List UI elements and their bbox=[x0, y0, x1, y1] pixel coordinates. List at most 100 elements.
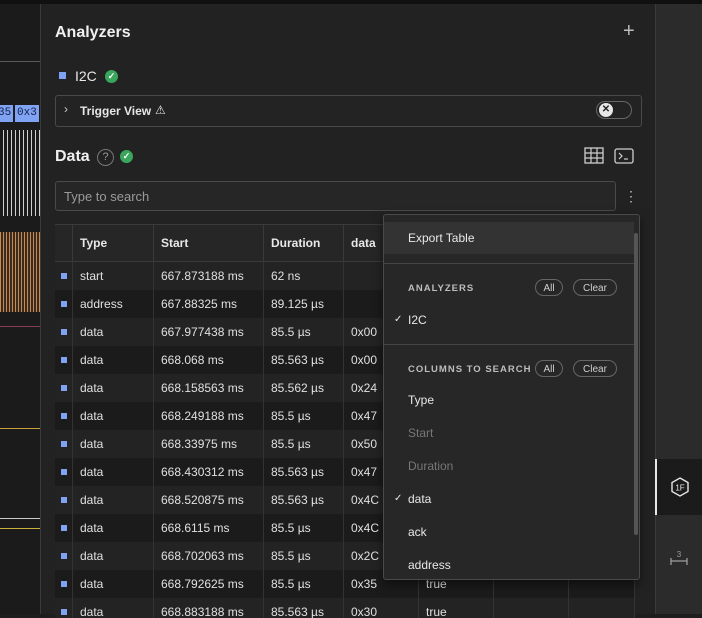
cell-type: data bbox=[73, 458, 154, 486]
cell-type: data bbox=[73, 346, 154, 374]
cell-duration: 85.5 µs bbox=[264, 318, 344, 346]
cell-type: data bbox=[73, 570, 154, 598]
data-section-title: Data bbox=[55, 148, 90, 165]
channel-marker bbox=[0, 518, 40, 519]
terminal-icon[interactable] bbox=[614, 148, 634, 164]
menu-column-option[interactable]: ✓ data bbox=[384, 483, 634, 515]
trigger-toggle[interactable]: ✕ bbox=[596, 101, 632, 119]
table-view-icon[interactable] bbox=[584, 147, 604, 164]
menu-option-label: I2C bbox=[408, 313, 427, 327]
cell-duration: 85.5 µs bbox=[264, 514, 344, 542]
cell-start: 667.88325 ms bbox=[154, 290, 264, 318]
menu-option-label: ack bbox=[408, 525, 427, 539]
column-header-duration[interactable]: Duration bbox=[264, 224, 344, 262]
cell-start: 668.249188 ms bbox=[154, 402, 264, 430]
menu-column-option[interactable]: address bbox=[384, 549, 634, 579]
cell-type: data bbox=[73, 402, 154, 430]
column-header-type[interactable]: Type bbox=[73, 224, 154, 262]
waveform-pulse bbox=[27, 130, 32, 216]
cell-start: 668.430312 ms bbox=[154, 458, 264, 486]
cell-data: 0x30 bbox=[344, 598, 419, 618]
sidebar-tab-analyzers[interactable]: 1F bbox=[655, 459, 702, 515]
right-sidebar bbox=[655, 4, 702, 614]
checkmark-icon: ✓ bbox=[394, 314, 403, 325]
check-circle-icon: ✓ bbox=[105, 70, 118, 83]
row-marker-cell bbox=[55, 318, 73, 346]
cell-type: data bbox=[73, 430, 154, 458]
channel-divider bbox=[0, 61, 40, 62]
cell-duration: 62 ns bbox=[264, 262, 344, 290]
columns-section-header: COLUMNS TO SEARCH bbox=[408, 364, 532, 375]
close-icon: ✕ bbox=[599, 103, 613, 117]
cell-start: 667.977438 ms bbox=[154, 318, 264, 346]
row-marker-cell bbox=[55, 346, 73, 374]
table-header-marker bbox=[55, 224, 73, 262]
cell-duration: 85.5 µs bbox=[264, 570, 344, 598]
column-header-start[interactable]: Start bbox=[154, 224, 264, 262]
search-options-menu: Export Table ANALYZERS All Clear ✓ I2C CO… bbox=[383, 214, 640, 580]
cell-ack: true bbox=[419, 598, 494, 618]
menu-column-option[interactable]: Type bbox=[384, 384, 634, 416]
menu-analyzer-option[interactable]: ✓ I2C bbox=[384, 304, 634, 336]
menu-column-option: Start bbox=[384, 417, 634, 449]
row-marker-cell bbox=[55, 262, 73, 290]
cell-duration: 85.563 µs bbox=[264, 346, 344, 374]
cell-type: data bbox=[73, 486, 154, 514]
cell-type: data bbox=[73, 374, 154, 402]
cell-start: 668.158563 ms bbox=[154, 374, 264, 402]
row-marker-cell bbox=[55, 542, 73, 570]
hex-1f-icon: 1F bbox=[671, 477, 689, 497]
search-input[interactable]: Type to search bbox=[55, 181, 616, 211]
clock-waveform bbox=[0, 232, 40, 312]
row-marker-cell bbox=[55, 430, 73, 458]
row-marker-cell bbox=[55, 514, 73, 542]
row-marker-cell bbox=[55, 598, 73, 618]
timing-marker-label: 3 bbox=[677, 550, 682, 559]
menu-option-label: data bbox=[408, 492, 432, 506]
menu-separator bbox=[384, 344, 634, 345]
columns-all-button[interactable]: All bbox=[535, 360, 563, 377]
hex-icon-label: 1F bbox=[675, 484, 684, 493]
cell-extra bbox=[569, 598, 635, 618]
protocol-frame-tag[interactable]: 0x3 bbox=[15, 105, 39, 122]
menu-option-label: Start bbox=[408, 426, 434, 440]
analyzers-clear-button[interactable]: Clear bbox=[573, 279, 617, 296]
row-marker-cell bbox=[55, 486, 73, 514]
cell-duration: 85.5 µs bbox=[264, 430, 344, 458]
help-icon[interactable]: ? bbox=[97, 149, 114, 166]
plus-icon[interactable]: + bbox=[623, 20, 635, 43]
cell-duration: 85.563 µs bbox=[264, 486, 344, 514]
row-marker-cell bbox=[55, 402, 73, 430]
trigger-view-label[interactable]: Trigger View bbox=[80, 104, 151, 118]
menu-option-label: address bbox=[408, 558, 451, 572]
cell-start: 668.520875 ms bbox=[154, 486, 264, 514]
cell-duration: 89.125 µs bbox=[264, 290, 344, 318]
table-row[interactable]: data 668.883188 ms 85.563 µs 0x30 true bbox=[55, 598, 635, 618]
cell-duration: 85.562 µs bbox=[264, 374, 344, 402]
cell-type: address bbox=[73, 290, 154, 318]
row-marker-cell bbox=[55, 458, 73, 486]
more-vertical-icon[interactable]: ⋮ bbox=[624, 188, 638, 205]
menu-column-option[interactable]: ack bbox=[384, 516, 634, 548]
cell-duration: 85.5 µs bbox=[264, 542, 344, 570]
chevron-right-icon[interactable]: › bbox=[64, 102, 68, 116]
cell-type: data bbox=[73, 318, 154, 346]
menu-option-label: Duration bbox=[408, 459, 454, 473]
columns-clear-button[interactable]: Clear bbox=[573, 360, 617, 377]
cell-start: 668.883188 ms bbox=[154, 598, 264, 618]
menu-scrollbar[interactable] bbox=[634, 233, 638, 535]
waveform-pulse bbox=[3, 130, 8, 216]
analyzers-all-button[interactable]: All bbox=[535, 279, 563, 296]
analyzer-name[interactable]: I2C bbox=[75, 68, 97, 84]
trigger-view-row[interactable]: › Trigger View ⚠ ✕ bbox=[55, 95, 642, 127]
cell-start: 668.33975 ms bbox=[154, 430, 264, 458]
cell-start: 667.873188 ms bbox=[154, 262, 264, 290]
waveform-view[interactable]: 35 0x3 bbox=[0, 4, 40, 614]
check-circle-icon: ✓ bbox=[120, 150, 133, 163]
export-table-item[interactable]: Export Table bbox=[384, 222, 634, 254]
timing-marker-icon[interactable]: 3 bbox=[668, 550, 690, 568]
protocol-frame-tag[interactable]: 35 bbox=[0, 105, 14, 122]
panel-title: Analyzers bbox=[55, 24, 131, 41]
cell-type: data bbox=[73, 514, 154, 542]
cell-duration: 85.5 µs bbox=[264, 402, 344, 430]
